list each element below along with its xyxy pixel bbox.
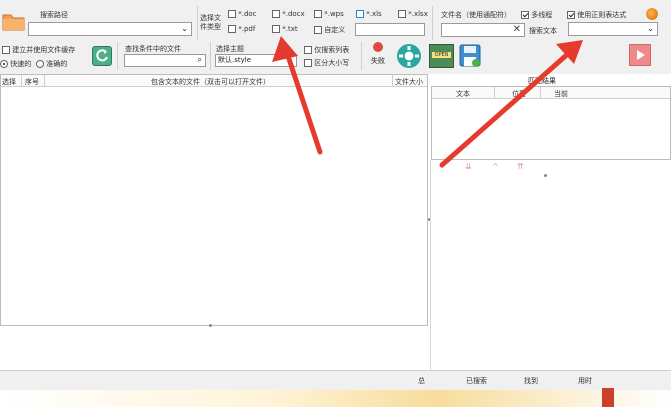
annotation-arrow-right bbox=[439, 40, 583, 168]
